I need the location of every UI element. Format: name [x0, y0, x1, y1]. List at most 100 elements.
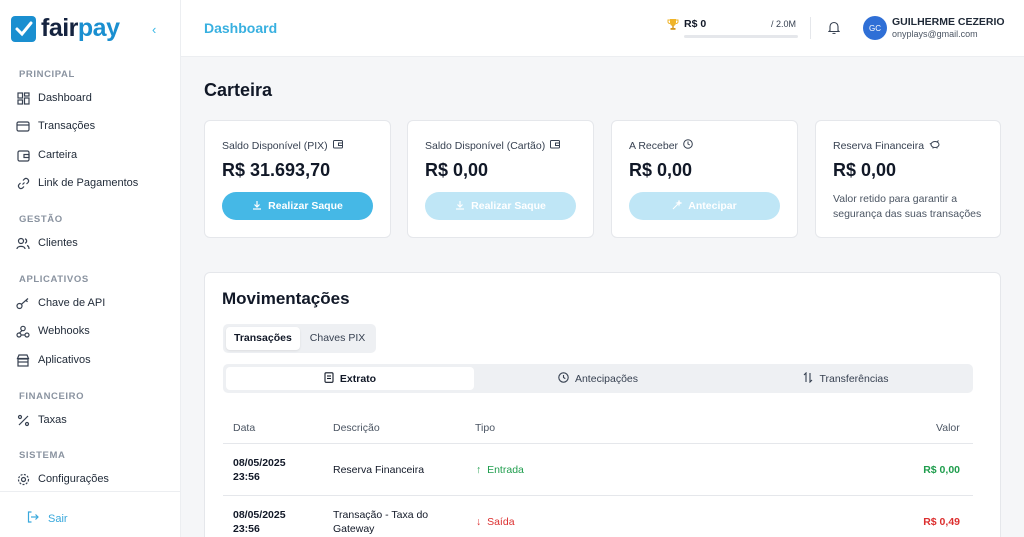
sidebar-item-configuracoes[interactable]: Configurações — [16, 470, 109, 488]
key-icon — [16, 296, 30, 310]
col-header-value: Valor — [936, 422, 960, 434]
tab-chaves-pix[interactable]: Chaves PIX — [302, 327, 373, 350]
webhook-icon — [16, 324, 30, 338]
tab-transacoes[interactable]: Transações — [226, 327, 300, 350]
movements-title: Movimentações — [222, 289, 350, 308]
sidebar-item-link-pagamentos[interactable]: Link de Pagamentos — [16, 174, 138, 192]
sidebar-item-dashboard[interactable]: Dashboard — [16, 89, 92, 107]
user-name: GUILHERME CEZERIO — [892, 16, 1005, 28]
card-value: R$ 0,00 — [629, 160, 693, 180]
row-divider — [223, 495, 973, 496]
logo-text: fairpay — [41, 14, 120, 42]
goal-current-value: R$ 0 — [684, 18, 707, 30]
movements-panel: Movimentações Transações Chaves PIX Extr… — [204, 272, 1001, 537]
card-label: Saldo Disponível (PIX) — [222, 139, 343, 152]
sidebar-item-label: Taxas — [38, 414, 67, 426]
sparkle-icon — [672, 198, 684, 213]
balance-card-pix: Saldo Disponível (PIX) R$ 31.693,70 Real… — [204, 120, 391, 238]
wallet-icon — [332, 139, 343, 152]
goal-progress-bar — [684, 35, 798, 38]
sidebar-item-label: Aplicativos — [38, 354, 91, 366]
reserve-card: Reserva Financeira R$ 0,00 Valor retido … — [815, 120, 1001, 238]
sidebar-item-clientes[interactable]: Clientes — [16, 234, 78, 252]
card-label: Saldo Disponível (Cartão) — [425, 139, 561, 152]
page-header-title: Dashboard — [204, 20, 278, 36]
sidebar-item-label: Link de Pagamentos — [38, 177, 139, 189]
download-icon — [252, 200, 262, 213]
card-value: R$ 31.693,70 — [222, 160, 331, 180]
row-type: ↓ Saída — [476, 516, 515, 528]
withdraw-button-pix[interactable]: Realizar Saque — [222, 192, 373, 220]
credit-card-icon — [16, 119, 30, 133]
piggy-bank-icon — [929, 139, 941, 152]
col-header-type: Tipo — [475, 422, 496, 434]
sidebar-item-label: Dashboard — [38, 92, 92, 104]
sidebar-item-label: Configurações — [38, 473, 109, 485]
sidebar-item-aplicativos[interactable]: Aplicativos — [16, 351, 91, 369]
gear-icon — [16, 472, 30, 486]
sidebar-divider — [0, 491, 181, 492]
col-header-desc: Descrição — [333, 422, 380, 434]
sidebar-item-taxas[interactable]: Taxas — [16, 411, 67, 429]
wallet-icon — [550, 139, 561, 152]
movements-subtabs: Extrato Antecipações Transferências — [223, 364, 973, 393]
logout-label: Sair — [48, 512, 68, 525]
sidebar-item-label: Clientes — [38, 237, 78, 249]
header-divider — [223, 443, 973, 444]
balance-card-cartao: Saldo Disponível (Cartão) R$ 0,00 Realiz… — [407, 120, 594, 238]
row-type: ↑ Entrada — [476, 464, 524, 476]
link-icon — [16, 176, 30, 190]
sidebar-item-label: Chave de API — [38, 297, 106, 309]
users-icon — [16, 236, 30, 250]
logout-icon — [27, 511, 39, 526]
section-aplicativos: APLICATIVOS — [19, 274, 89, 285]
row-date: 08/05/2025 23:56 — [233, 457, 286, 483]
percent-icon — [16, 413, 30, 427]
section-financeiro: FINANCEIRO — [19, 391, 85, 402]
card-label: Reserva Financeira — [833, 139, 941, 152]
row-value: R$ 0,49 — [923, 516, 960, 528]
sidebar-item-transacoes[interactable]: Transações — [16, 117, 95, 135]
bell-icon[interactable] — [827, 21, 841, 39]
clock-icon — [683, 139, 693, 152]
subtab-transferencias[interactable]: Transferências — [722, 367, 970, 390]
receipt-icon — [324, 371, 334, 386]
wallet-icon — [16, 148, 30, 162]
section-gestao: GESTÃO — [19, 214, 63, 225]
sidebar-item-label: Carteira — [38, 149, 78, 161]
card-value: R$ 0,00 — [833, 160, 897, 180]
row-date: 08/05/2025 23:56 — [233, 509, 286, 535]
logo-mark — [11, 15, 36, 42]
avatar[interactable]: GC — [863, 16, 887, 40]
section-sistema: SISTEMA — [19, 450, 66, 461]
sort-arrows-icon — [803, 371, 813, 386]
reserve-note: Valor retido para garantir a segurança d… — [833, 193, 982, 220]
card-label: A Receber — [629, 139, 693, 152]
row-description: Reserva Financeira — [333, 464, 425, 476]
logo[interactable]: fairpay — [11, 14, 120, 43]
collapse-sidebar-icon[interactable]: ‹ — [152, 22, 156, 37]
grid-icon — [16, 91, 30, 105]
anticipate-button[interactable]: Antecipar — [629, 192, 780, 220]
receivable-card: A Receber R$ 0,00 Antecipar — [611, 120, 798, 238]
arrow-down-icon: ↓ — [476, 516, 482, 528]
sidebar-item-webhooks[interactable]: Webhooks — [16, 322, 90, 340]
store-icon — [16, 353, 30, 367]
header-divider — [810, 17, 811, 39]
row-description: Transação - Taxa do Gateway — [333, 509, 429, 535]
sidebar-item-label: Transações — [38, 120, 96, 132]
sidebar: fairpay ‹ PRINCIPAL Dashboard Transações… — [0, 0, 181, 537]
page-title: Carteira — [204, 80, 273, 100]
sidebar-item-chave-api[interactable]: Chave de API — [16, 294, 105, 312]
subtab-antecipacoes[interactable]: Antecipações — [474, 367, 722, 390]
logout-button[interactable]: Sair — [27, 511, 68, 526]
section-principal: PRINCIPAL — [19, 69, 75, 80]
withdraw-button-cartao[interactable]: Realizar Saque — [425, 192, 576, 220]
card-value: R$ 0,00 — [425, 160, 489, 180]
sidebar-item-carteira[interactable]: Carteira — [16, 146, 77, 164]
row-value: R$ 0,00 — [923, 464, 960, 476]
sidebar-item-label: Webhooks — [38, 325, 90, 337]
goal-total-value: / 2.0M — [771, 19, 797, 29]
trophy-icon — [667, 18, 679, 36]
subtab-extrato[interactable]: Extrato — [226, 367, 474, 390]
